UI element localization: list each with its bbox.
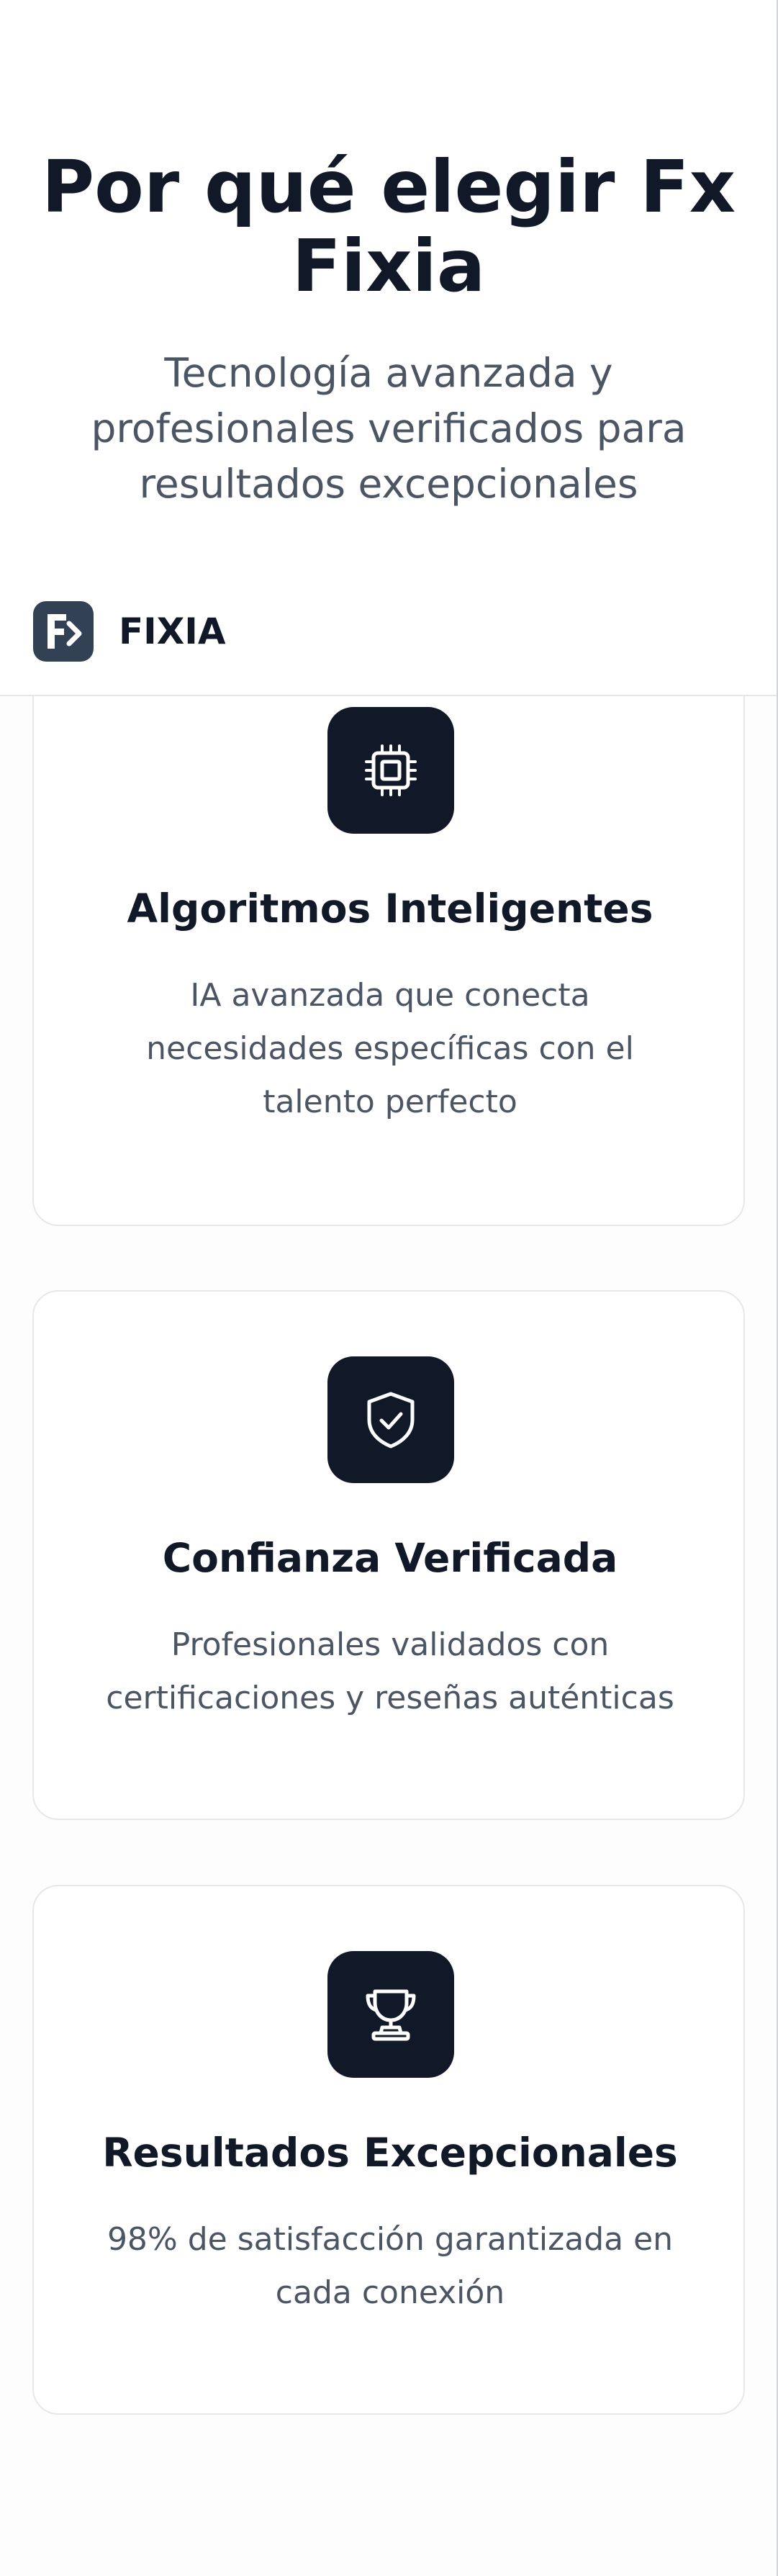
feature-title: Resultados Excepcionales bbox=[102, 2130, 678, 2176]
brand-name[interactable]: FIXIA bbox=[119, 610, 226, 653]
navbar: FIXIA bbox=[0, 569, 777, 696]
fixia-logo-icon[interactable] bbox=[33, 601, 94, 662]
cpu-chip-icon bbox=[327, 707, 454, 834]
feature-card-resultados: Resultados Excepcionales 98% de satisfac… bbox=[32, 1885, 745, 2415]
hero-section: Por qué elegir Fx Fixia Tecnología avanz… bbox=[0, 0, 777, 569]
feature-title: Algoritmos Inteligentes bbox=[127, 886, 653, 932]
feature-description: IA avanzada que conecta necesidades espe… bbox=[146, 977, 634, 1120]
feature-title: Confianza Verificada bbox=[162, 1535, 618, 1581]
page: Por qué elegir Fx Fixia Tecnología avanz… bbox=[0, 0, 778, 2576]
trophy-icon bbox=[327, 1951, 454, 2078]
feature-description: Profesionales validados con certificacio… bbox=[106, 1626, 674, 1716]
feature-description: 98% de satisfacción garantizada en cada … bbox=[107, 2221, 674, 2311]
feature-card-algoritmos: Algoritmos Inteligentes IA avanzada que … bbox=[32, 634, 745, 1226]
feature-card-confianza: Confianza Verificada Profesionales valid… bbox=[32, 1290, 745, 1820]
section-subtitle: Tecnología avanzada y profesionales veri… bbox=[91, 350, 687, 507]
shield-check-icon bbox=[327, 1356, 454, 1483]
section-title: Por qué elegir Fx Fixia bbox=[41, 145, 736, 308]
